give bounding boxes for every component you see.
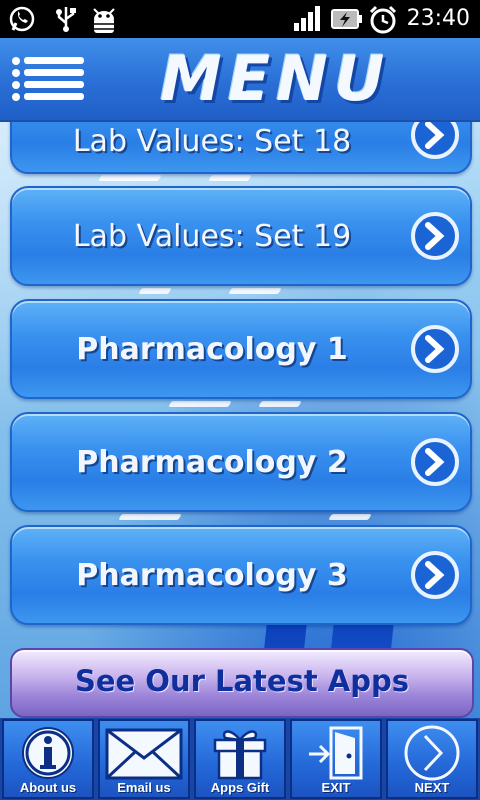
chevron-right-circle-icon <box>411 212 459 260</box>
alarm-icon <box>369 5 397 34</box>
chevron-right-circle-icon <box>411 120 459 159</box>
menu-item-pharmacology-2[interactable]: Pharmacology 2 <box>10 412 472 512</box>
menu-item-label: Lab Values: Set 19 <box>72 218 352 254</box>
decorative-streak <box>118 514 182 520</box>
menu-item-pharmacology-1[interactable]: Pharmacology 1 <box>10 299 472 399</box>
apps-gift-label: Apps Gift <box>210 780 270 795</box>
exit-button[interactable]: EXIT <box>290 719 382 799</box>
menu-item-label: Pharmacology 3 <box>76 557 348 593</box>
status-bar: 23:40 <box>0 0 480 38</box>
menu-item-pharmacology-3[interactable]: Pharmacology 3 <box>10 525 472 625</box>
chevron-right-circle-icon <box>404 725 460 781</box>
menu-item-label: Pharmacology 1 <box>76 331 348 367</box>
android-debug-icon <box>93 8 115 33</box>
chevron-right-circle-icon <box>411 438 459 486</box>
latest-apps-button[interactable]: See Our Latest Apps <box>10 648 474 718</box>
app-header: MENU <box>0 38 480 122</box>
signal-icon <box>294 6 320 31</box>
whatsapp-icon <box>9 6 35 32</box>
info-icon <box>22 727 74 779</box>
decorative-streak <box>258 401 302 407</box>
bottom-toolbar: About us Email us Apps Gift EXIT NEXT <box>0 718 480 800</box>
chevron-right-circle-icon <box>411 551 459 599</box>
exit-label: EXIT <box>321 780 351 795</box>
decorative-streak <box>138 288 172 294</box>
battery-charging-icon <box>331 9 362 29</box>
decorative-streak <box>328 514 372 520</box>
latest-apps-label: See Our Latest Apps <box>74 664 410 698</box>
email-us-label: Email us <box>117 780 171 795</box>
about-us-label: About us <box>19 780 77 795</box>
hamburger-list-icon[interactable] <box>12 56 86 102</box>
decorative-streak <box>208 175 252 181</box>
gift-icon <box>213 730 267 780</box>
page-title: MENU <box>160 42 391 115</box>
menu-list[interactable]: Lab Values: Set 18 Lab Values: Set 19 Ph… <box>0 120 480 718</box>
apps-gift-button[interactable]: Apps Gift <box>194 719 286 799</box>
envelope-icon <box>105 728 183 780</box>
next-label: NEXT <box>414 780 450 795</box>
menu-item-label: Pharmacology 2 <box>76 444 348 480</box>
chevron-right-circle-icon <box>411 325 459 373</box>
decorative-streak <box>168 401 232 407</box>
next-button[interactable]: NEXT <box>386 719 478 799</box>
clock-time: 23:40 <box>406 6 470 31</box>
usb-icon <box>56 7 76 32</box>
menu-item-lab-values-18[interactable]: Lab Values: Set 18 <box>10 120 472 174</box>
menu-item-lab-values-19[interactable]: Lab Values: Set 19 <box>10 186 472 286</box>
email-us-button[interactable]: Email us <box>98 719 190 799</box>
exit-door-icon <box>309 726 363 780</box>
decorative-streak <box>228 288 282 294</box>
about-us-button[interactable]: About us <box>2 719 94 799</box>
menu-item-label: Lab Values: Set 18 <box>72 124 352 159</box>
decorative-streak <box>98 175 162 181</box>
